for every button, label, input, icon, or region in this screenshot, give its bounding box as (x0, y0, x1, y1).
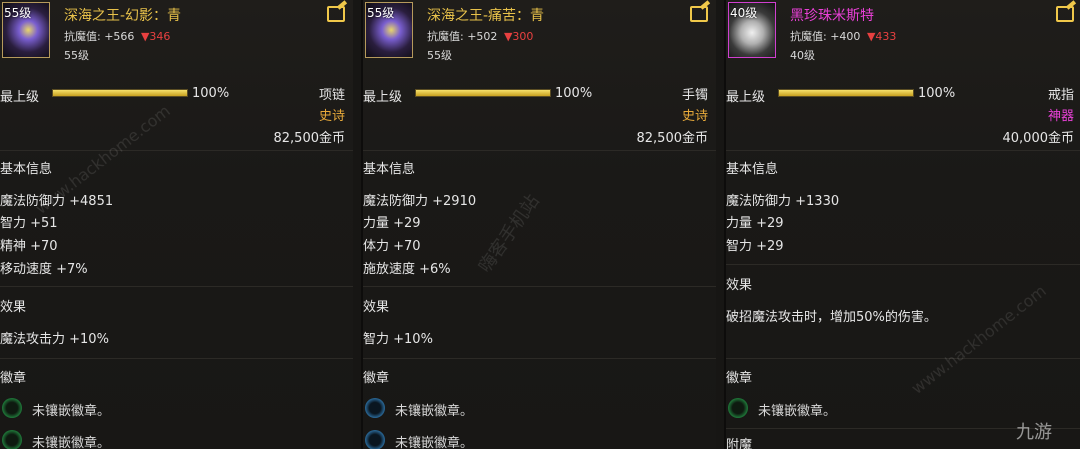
divider (726, 150, 1080, 151)
stat-line: 力量 +29 (726, 216, 784, 231)
watermark: 嗨客手机站 (474, 190, 544, 277)
item-level-badge: 55级 (367, 6, 395, 20)
effect-text: 破招魔法攻击时，增加50%的伤害。 (726, 310, 937, 325)
top-level-label: 最上级 (0, 90, 40, 105)
item-slot: 项链 (318, 88, 345, 103)
effect-text: 智力 +10% (363, 332, 433, 347)
divider (726, 264, 1080, 265)
resist-up: +502 (467, 30, 498, 43)
basic-info-title: 基本信息 (0, 162, 53, 177)
item-thumbnail[interactable]: 55级 (2, 2, 50, 58)
stat-line: 施放速度 +6% (363, 262, 451, 277)
divider (363, 150, 716, 151)
resist-up: +566 (104, 30, 135, 43)
item-level: 40级 (790, 49, 815, 62)
emblem-slot-text: 未镶嵌徽章。 (395, 436, 474, 449)
emblem-title: 徽章 (363, 371, 390, 386)
item-level-badge: 40级 (730, 6, 758, 20)
emblem-slot-text: 未镶嵌徽章。 (395, 404, 474, 419)
emblem-title: 徽章 (0, 371, 27, 386)
emblem-slot-text: 未镶嵌徽章。 (32, 436, 111, 449)
emblem-slot-icon[interactable] (365, 430, 385, 449)
resist-down: ▼433 (866, 30, 897, 43)
resist-down: ▼300 (503, 30, 534, 43)
emblem-slot-icon[interactable] (365, 398, 385, 418)
item-name: 深海之王-幻影：青 (64, 8, 182, 24)
item-level: 55级 (427, 49, 452, 62)
upgrade-progress-text: 100% (918, 86, 956, 101)
item-price: 40,000金币 (1002, 131, 1075, 146)
emblem-slot-icon[interactable] (2, 430, 22, 449)
resist-label: 抗魔值: (64, 30, 101, 43)
enchant-title: 附魔 (726, 438, 753, 449)
stat-line: 移动速度 +7% (0, 262, 88, 277)
upgrade-progress-bar (415, 89, 551, 97)
resist-value: 抗魔值: +502 ▼300 (427, 28, 533, 44)
effect-title: 效果 (363, 300, 390, 315)
resist-value: 抗魔值: +566 ▼346 (64, 28, 170, 44)
item-name: 深海之王-痛苦：青 (427, 8, 545, 24)
item-level: 55级 (64, 49, 89, 62)
divider (0, 286, 353, 287)
item-card-bracelet: 55级 深海之王-痛苦：青 抗魔值: +502 ▼300 55级 最上级 100… (361, 0, 716, 449)
item-card-ring: 40级 黑珍珠米斯特 抗魔值: +400 ▼433 40级 最上级 100% 戒… (724, 0, 1080, 449)
upgrade-progress-bar (778, 89, 914, 97)
emblem-slot-text: 未镶嵌徽章。 (32, 404, 111, 419)
basic-info-title: 基本信息 (726, 162, 779, 177)
divider (0, 150, 353, 151)
divider (0, 358, 353, 359)
basic-info-title: 基本信息 (363, 162, 416, 177)
item-slot: 手镯 (681, 88, 708, 103)
emblem-slot-icon[interactable] (728, 398, 748, 418)
effect-title: 效果 (726, 278, 753, 293)
divider (726, 358, 1080, 359)
divider (363, 358, 716, 359)
top-level-label: 最上级 (726, 90, 766, 105)
share-icon[interactable] (327, 6, 345, 22)
item-name: 黑珍珠米斯特 (790, 8, 874, 24)
watermark: 九游 (1016, 422, 1052, 443)
item-rarity: 神器 (1047, 109, 1074, 124)
item-slot: 戒指 (1047, 88, 1074, 103)
item-thumbnail[interactable]: 40级 (728, 2, 776, 58)
stat-line: 魔法防御力 +2910 (363, 194, 477, 209)
item-price: 82,500金币 (273, 131, 346, 146)
upgrade-progress-bar (52, 89, 188, 97)
effect-text: 魔法攻击力 +10% (0, 332, 109, 347)
resist-label: 抗魔值: (427, 30, 464, 43)
stat-line: 智力 +29 (726, 239, 784, 254)
resist-label: 抗魔值: (790, 30, 827, 43)
share-icon[interactable] (1056, 6, 1074, 22)
share-icon[interactable] (690, 6, 708, 22)
upgrade-progress-text: 100% (192, 86, 230, 101)
emblem-slot-text: 未镶嵌徽章。 (758, 404, 837, 419)
top-level-label: 最上级 (363, 90, 403, 105)
item-thumbnail[interactable]: 55级 (365, 2, 413, 58)
divider (726, 428, 1080, 429)
item-level-badge: 55级 (4, 6, 32, 20)
item-price: 82,500金币 (636, 131, 709, 146)
stat-line: 精神 +70 (0, 239, 58, 254)
effect-title: 效果 (0, 300, 27, 315)
item-card-necklace: 55级 深海之王-幻影：青 抗魔值: +566 ▼346 55级 最上级 100… (0, 0, 353, 449)
stat-line: 魔法防御力 +4851 (0, 194, 114, 209)
emblem-title: 徽章 (726, 371, 753, 386)
item-rarity: 史诗 (318, 109, 345, 124)
stat-line: 体力 +70 (363, 239, 421, 254)
stat-line: 力量 +29 (363, 216, 421, 231)
emblem-slot-icon[interactable] (2, 398, 22, 418)
resist-up: +400 (830, 30, 861, 43)
stat-line: 智力 +51 (0, 216, 58, 231)
item-rarity: 史诗 (681, 109, 708, 124)
watermark: www.hackhome.com (907, 281, 1050, 398)
resist-value: 抗魔值: +400 ▼433 (790, 28, 896, 44)
resist-down: ▼346 (140, 30, 171, 43)
upgrade-progress-text: 100% (555, 86, 593, 101)
divider (363, 286, 716, 287)
stat-line: 魔法防御力 +1330 (726, 194, 840, 209)
